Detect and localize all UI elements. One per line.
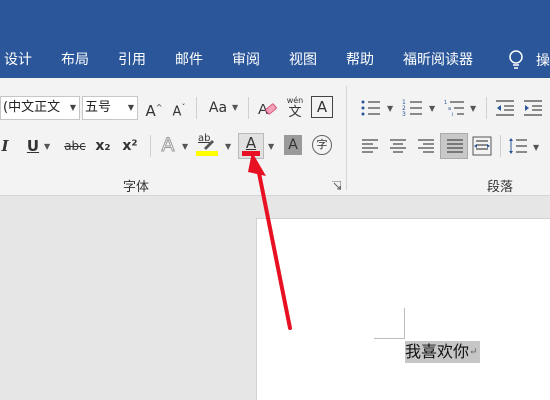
selected-document-text[interactable]: 我喜欢你↵ — [405, 341, 481, 363]
font-color-button[interactable]: A — [238, 133, 264, 159]
increase-indent-icon[interactable] — [522, 98, 544, 118]
divider — [486, 97, 487, 119]
chevron-down-icon[interactable]: ▼ — [232, 103, 238, 112]
justify-icon — [447, 139, 463, 153]
dialog-launcher-icon[interactable] — [332, 181, 341, 190]
font-color-swatch — [242, 151, 260, 156]
change-case-icon: Aa — [208, 100, 228, 116]
subscript-icon: x₂ — [95, 138, 111, 154]
subscript-button[interactable]: x₂ — [93, 134, 113, 158]
bullets-icon[interactable] — [360, 98, 382, 118]
tab-layout[interactable]: 布局 — [61, 50, 89, 70]
character-shading-button[interactable]: A — [284, 135, 302, 155]
underline-icon: U — [26, 137, 40, 155]
chevron-down-icon: ▼ — [127, 103, 134, 112]
font-size-dropdown[interactable]: 五号 ▼ — [82, 96, 138, 120]
divider — [500, 135, 501, 157]
chevron-down-icon[interactable]: ▼ — [470, 104, 476, 113]
italic-icon: I — [1, 137, 9, 155]
divider — [248, 97, 249, 119]
divider — [150, 135, 151, 157]
character-shading-icon: A — [288, 137, 298, 153]
tell-me-label[interactable]: 操 — [536, 50, 550, 70]
numbering-icon[interactable]: 123 — [402, 98, 424, 118]
svg-text:1: 1 — [444, 100, 447, 106]
tab-review[interactable]: 审阅 — [232, 50, 260, 70]
ribbon-tab-bar: 设计 布局 引用 邮件 审阅 视图 帮助 福昕阅读器 操 — [0, 0, 550, 78]
grow-font-button[interactable]: A^ — [144, 96, 164, 120]
phonetic-char: 文 — [288, 105, 302, 120]
font-color-icon: A — [245, 134, 257, 152]
text-effects-button[interactable]: A — [158, 133, 178, 157]
underline-button[interactable]: U — [25, 134, 41, 158]
chevron-down-icon[interactable]: ▼ — [225, 142, 231, 151]
chevron-down-icon[interactable]: ▼ — [268, 142, 274, 151]
paragraph-mark: ↵ — [469, 346, 478, 358]
text-effects-icon: A — [161, 134, 175, 157]
clear-formatting-icon[interactable]: A — [256, 97, 278, 119]
character-border-icon: A — [316, 98, 328, 116]
group-divider — [346, 86, 347, 190]
shrink-font-button[interactable]: Aˇ — [169, 96, 189, 120]
tab-design[interactable]: 设计 — [4, 50, 32, 70]
font-name-value: (中文正文 — [3, 100, 61, 115]
document-text: 我喜欢你 — [405, 342, 470, 361]
align-center-icon[interactable] — [388, 137, 408, 155]
chevron-down-icon: ▼ — [69, 103, 76, 112]
font-name-dropdown[interactable]: (中文正文 ▼ — [0, 96, 80, 120]
chevron-down-icon[interactable]: ▼ — [533, 143, 539, 152]
chevron-down-icon[interactable]: ▼ — [387, 104, 393, 113]
tab-references[interactable]: 引用 — [118, 50, 146, 70]
justify-button[interactable] — [440, 133, 468, 159]
svg-text:i: i — [452, 112, 453, 118]
superscript-button[interactable]: x² — [120, 134, 140, 158]
multilevel-list-icon[interactable]: 1ai — [444, 98, 466, 118]
highlight-color-button[interactable]: ab — [196, 133, 220, 159]
chevron-down-icon[interactable]: ▼ — [182, 142, 188, 151]
margin-marker — [404, 308, 405, 339]
font-size-value: 五号 — [85, 100, 112, 115]
svg-text:3: 3 — [402, 111, 406, 118]
line-spacing-icon[interactable] — [508, 136, 528, 156]
strikethrough-button[interactable]: abc — [62, 134, 88, 158]
tab-mailings[interactable]: 邮件 — [175, 50, 203, 70]
margin-marker — [374, 338, 405, 339]
phonetic-pinyin: wén — [286, 96, 304, 105]
pen-icon — [204, 140, 214, 150]
decrease-indent-icon[interactable] — [494, 98, 516, 118]
document-page[interactable] — [256, 218, 550, 400]
tab-foxit-reader[interactable]: 福昕阅读器 — [403, 50, 473, 70]
paragraph-group-label: 段落 — [487, 180, 514, 195]
highlight-color-swatch — [196, 151, 218, 156]
phonetic-guide-button[interactable]: wén 文 — [284, 96, 306, 122]
divider — [196, 97, 197, 119]
align-right-icon[interactable] — [416, 137, 436, 155]
change-case-button[interactable]: Aa — [205, 96, 231, 120]
svg-text:a: a — [448, 106, 451, 112]
character-border-button[interactable]: A — [311, 96, 333, 118]
lightbulb-icon[interactable] — [507, 50, 525, 70]
enclose-characters-icon: 字 — [316, 138, 328, 151]
italic-button[interactable]: I — [0, 134, 10, 158]
chevron-down-icon[interactable]: ▼ — [429, 104, 435, 113]
superscript-icon: x² — [122, 138, 138, 154]
font-group-label: 字体 — [123, 180, 150, 195]
strikethrough-icon: abc — [64, 139, 86, 153]
tab-help[interactable]: 帮助 — [346, 50, 374, 70]
chevron-down-icon[interactable]: ▼ — [44, 142, 50, 151]
distributed-align-icon[interactable] — [472, 136, 492, 156]
align-left-icon[interactable] — [360, 137, 380, 155]
grow-font-icon: A — [145, 102, 156, 120]
enclose-characters-button[interactable]: 字 — [312, 135, 332, 155]
tab-view[interactable]: 视图 — [289, 50, 317, 70]
